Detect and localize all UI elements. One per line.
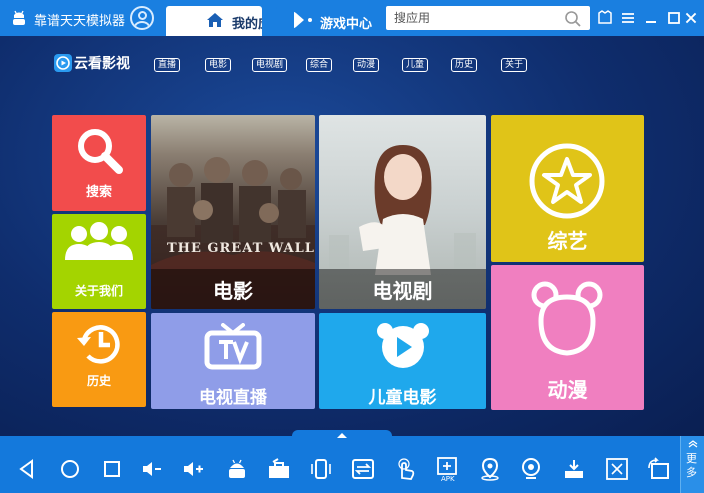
tile-movie[interactable]: THE GREAT WALL 电影 <box>151 115 315 309</box>
tile-label: 电视剧 <box>372 279 433 303</box>
tile-label: 动漫 <box>547 378 588 402</box>
camera-icon[interactable] <box>519 456 545 482</box>
app-content: 云看影视 直播 电影 电视剧 综合 动漫 儿童 历史 关于 搜索 关于我们 历史… <box>0 36 704 436</box>
tile-history[interactable]: 历史 <box>52 312 146 407</box>
gamepad-icon <box>294 11 312 29</box>
brand-name: 云看影视 <box>74 56 130 72</box>
tile-label: 电视直播 <box>199 388 267 408</box>
tv-icon <box>204 323 262 370</box>
tile-kids[interactable]: 儿童电影 <box>319 313 486 409</box>
home-circle-icon[interactable] <box>57 456 83 482</box>
apk-label: APK <box>441 475 455 483</box>
screenshot-icon[interactable] <box>604 456 630 482</box>
back-icon[interactable] <box>14 456 40 482</box>
nav-movie[interactable]: 电影 <box>205 58 232 72</box>
tab-game-center[interactable]: 游戏中心 <box>276 6 386 36</box>
star-icon <box>529 143 605 219</box>
user-avatar-icon[interactable] <box>130 6 154 30</box>
play-icon <box>377 323 429 368</box>
emulator-window: 靠谱天天模拟器 我的应用 游戏中心 <box>0 0 704 493</box>
title-bar: 靠谱天天模拟器 我的应用 游戏中心 <box>0 0 704 36</box>
nav-anime[interactable]: 动漫 <box>353 58 380 72</box>
toolbox-icon[interactable] <box>266 456 292 482</box>
people-icon <box>65 222 133 260</box>
minimize-icon[interactable] <box>639 6 663 30</box>
download-icon[interactable] <box>561 456 587 482</box>
android-icon[interactable] <box>224 456 250 482</box>
tile-label: 综艺 <box>547 229 588 253</box>
tile-live[interactable]: 电视直播 <box>151 313 315 409</box>
tab-label: 我的应用 <box>232 17 262 32</box>
sync-icon[interactable] <box>350 456 376 482</box>
tile-label: 电影 <box>213 279 253 303</box>
chevron-double-up-icon <box>688 440 698 448</box>
tile-label: 关于我们 <box>74 284 123 298</box>
more-label: 更多 <box>686 452 697 479</box>
cloud-logo-icon <box>54 54 72 72</box>
volume-up-icon[interactable] <box>181 456 207 482</box>
expand-handle[interactable] <box>292 430 392 440</box>
tile-label: 儿童电影 <box>368 388 437 408</box>
skin-icon[interactable] <box>593 6 617 30</box>
tab-label: 游戏中心 <box>320 17 373 32</box>
recent-apps-icon[interactable] <box>99 456 125 482</box>
nav-general[interactable]: 综合 <box>306 58 333 72</box>
location-icon[interactable] <box>477 456 503 482</box>
nav-live[interactable]: 直播 <box>154 58 181 72</box>
poster-title: THE GREAT WALL <box>167 241 315 256</box>
search-input[interactable] <box>394 9 554 27</box>
tile-search[interactable]: 搜索 <box>52 115 146 211</box>
volume-down-icon[interactable] <box>140 456 166 482</box>
history-icon <box>77 325 120 364</box>
menu-icon[interactable] <box>616 6 640 30</box>
tile-label: 历史 <box>86 374 111 388</box>
app-logo-icon <box>13 10 25 25</box>
rotate-icon[interactable] <box>646 456 672 482</box>
tile-about[interactable]: 关于我们 <box>52 214 146 309</box>
tile-tvseries[interactable]: 电视剧 <box>319 115 486 309</box>
home-icon <box>207 13 223 27</box>
shake-icon[interactable] <box>308 456 334 482</box>
magnifier-icon <box>78 129 123 174</box>
search-box[interactable] <box>386 6 590 30</box>
touch-icon[interactable] <box>392 456 418 482</box>
tab-my-apps[interactable]: 我的应用 <box>166 6 262 36</box>
chevron-up-icon <box>337 433 347 438</box>
tile-anime[interactable]: 动漫 <box>491 265 644 410</box>
tile-label: 搜索 <box>85 185 112 200</box>
nav-history[interactable]: 历史 <box>451 58 478 72</box>
close-icon[interactable] <box>680 6 702 30</box>
more-button[interactable]: 更多 <box>680 436 704 493</box>
nav-kids[interactable]: 儿童 <box>402 58 429 72</box>
search-icon[interactable] <box>564 10 582 28</box>
nav-about[interactable]: 关于 <box>501 58 528 72</box>
tile-variety[interactable]: 综艺 <box>491 115 644 262</box>
bear-icon <box>531 281 603 356</box>
emulator-toolbar: APK 更多 <box>0 430 704 493</box>
nav-tvseries[interactable]: 电视剧 <box>252 58 288 72</box>
